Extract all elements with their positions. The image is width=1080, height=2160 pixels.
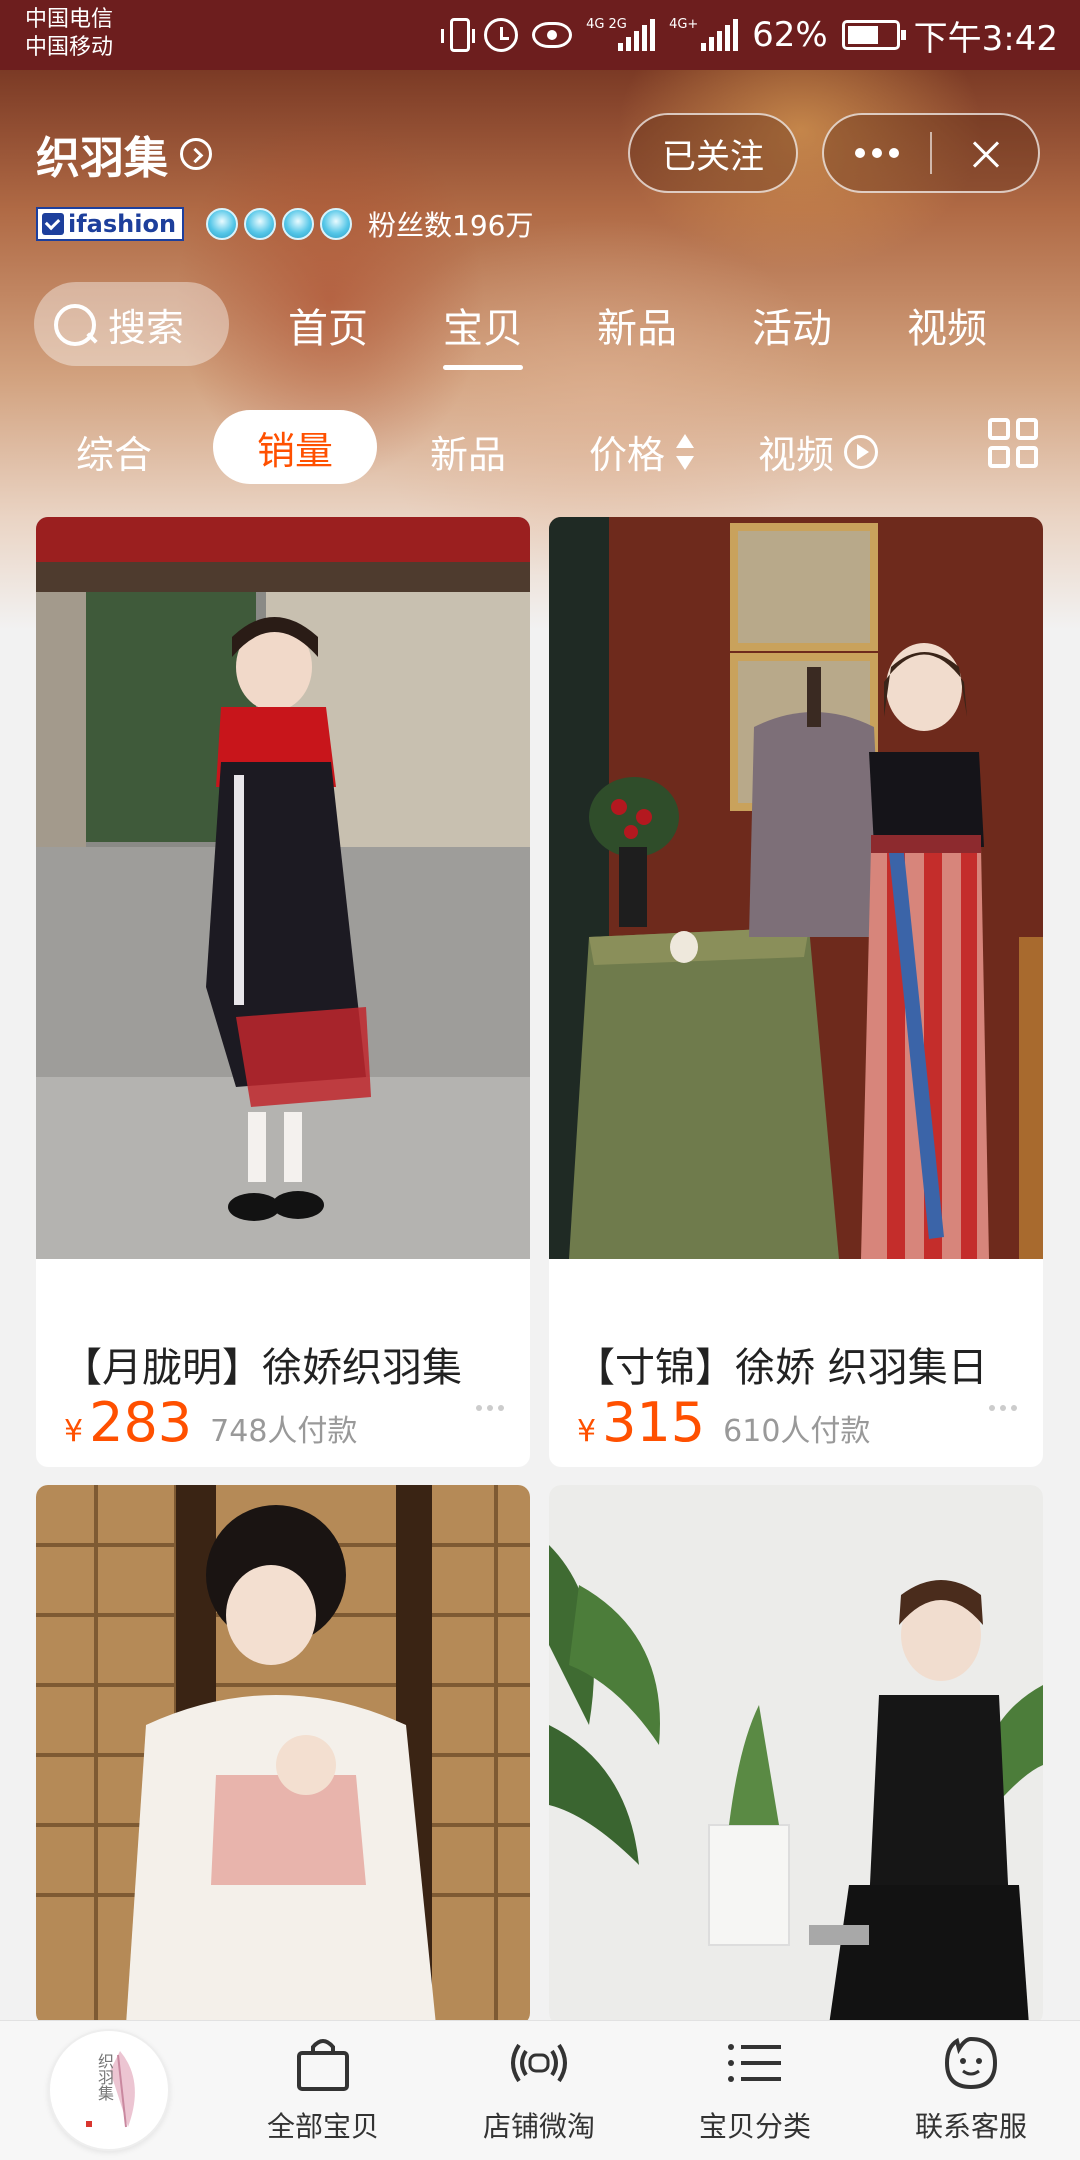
shopping-bag-icon xyxy=(293,2033,353,2093)
ifashion-logo-icon xyxy=(42,213,64,235)
crown-icon xyxy=(206,208,238,240)
shop-logo[interactable]: 织羽集 xyxy=(48,2029,170,2151)
carrier-info: 中国电信 中国移动 xyxy=(25,6,113,62)
currency-symbol: ¥ xyxy=(577,1414,597,1449)
mini-program-capsule xyxy=(822,113,1040,193)
sort-price-label: 价格 xyxy=(589,433,666,477)
product-card[interactable]: 【寸锦】徐娇 织羽集日 ¥ 315 610人付款 xyxy=(549,517,1043,1467)
price-row: ¥ 283 748人付款 xyxy=(64,1391,357,1454)
product-image xyxy=(549,517,1043,1259)
customer-service-icon xyxy=(941,2033,1001,2093)
tab-home[interactable]: 首页 xyxy=(288,296,368,354)
product-card[interactable]: 【月胧明】徐娇织羽集 ¥ 283 748人付款 xyxy=(36,517,530,1467)
shop-name: 织羽集 xyxy=(36,133,168,184)
product-title: 【月胧明】徐娇织羽集 xyxy=(62,1345,462,1391)
product-price: 283 xyxy=(89,1391,193,1454)
tab-customer-service[interactable]: 联系客服 xyxy=(881,2033,1061,2145)
fans-count: 粉丝数196万 xyxy=(368,209,534,242)
product-image xyxy=(36,517,530,1259)
vibrate-icon xyxy=(441,18,476,52)
crown-icon xyxy=(244,208,276,240)
shop-screen: 中国电信 中国移动 4G 2G 4G+ 62% 下午3:42 织羽集 已关注 i… xyxy=(0,0,1080,2160)
carrier-2: 中国移动 xyxy=(25,35,114,60)
tab-events[interactable]: 活动 xyxy=(752,296,832,354)
search-label: 搜索 xyxy=(108,305,185,350)
sort-new[interactable]: 新品 xyxy=(430,424,506,479)
currency-symbol: ¥ xyxy=(64,1414,84,1449)
network-type-1: 4G 2G xyxy=(586,17,627,32)
bottom-tab-bar: 织羽集 全部宝贝 店铺微淘 宝贝分类 联系客服 xyxy=(0,2020,1080,2160)
search-icon xyxy=(52,302,96,346)
network-type-2: 4G+ xyxy=(669,17,699,32)
ifashion-label: ifashion xyxy=(68,210,177,238)
sort-video[interactable]: 视频 xyxy=(758,424,879,479)
sort-video-label: 视频 xyxy=(758,433,835,477)
crown-icon xyxy=(320,208,352,240)
play-icon xyxy=(844,434,879,469)
tab-all-items-label: 全部宝贝 xyxy=(266,2110,379,2143)
battery-icon xyxy=(841,20,906,50)
tab-video[interactable]: 视频 xyxy=(907,296,987,354)
ifashion-badge: ifashion xyxy=(36,207,184,241)
product-image xyxy=(36,1485,530,2025)
broadcast-icon xyxy=(509,2033,569,2093)
clock: 下午3:42 xyxy=(913,18,1058,59)
sort-price[interactable]: 价格 xyxy=(589,424,695,479)
grid-view-icon[interactable] xyxy=(988,418,1040,470)
more-icon[interactable] xyxy=(989,1405,1017,1411)
shop-logo-text: 织羽集 xyxy=(95,2053,114,2101)
more-icon[interactable] xyxy=(824,115,930,191)
signal-icon-2: 4G+ xyxy=(669,17,739,51)
eye-comfort-icon xyxy=(532,22,573,48)
list-icon xyxy=(725,2033,785,2093)
sort-arrows-icon xyxy=(675,432,695,472)
product-card[interactable] xyxy=(549,1485,1043,2025)
product-price: 315 xyxy=(602,1391,706,1454)
close-icon[interactable] xyxy=(932,115,1038,191)
shop-level-crowns xyxy=(206,208,352,240)
status-icons: 4G 2G 4G+ 62% 下午3:42 xyxy=(441,12,1058,59)
sold-count: 610人付款 xyxy=(723,1414,871,1449)
alarm-icon xyxy=(484,18,519,52)
follow-button[interactable]: 已关注 xyxy=(628,113,798,193)
product-card[interactable] xyxy=(36,1485,530,2025)
signal-icon-1: 4G 2G xyxy=(586,17,656,51)
sort-bar: 综合 销量 新品 价格 视频 xyxy=(0,410,1080,486)
carrier-1: 中国电信 xyxy=(25,7,114,32)
chevron-right-icon xyxy=(180,138,212,170)
product-title: 【寸锦】徐娇 织羽集日 xyxy=(575,1345,988,1391)
sort-overall[interactable]: 综合 xyxy=(76,424,152,479)
sold-count: 748人付款 xyxy=(210,1414,358,1449)
crown-icon xyxy=(282,208,314,240)
tab-new[interactable]: 新品 xyxy=(597,296,677,354)
shop-nav: 搜索 首页 宝贝 新品 活动 视频 xyxy=(0,282,1080,372)
shop-badges: ifashion 粉丝数196万 xyxy=(36,204,533,244)
tab-all-items[interactable]: 全部宝贝 xyxy=(233,2033,413,2145)
more-icon[interactable] xyxy=(476,1405,504,1411)
price-row: ¥ 315 610人付款 xyxy=(577,1391,870,1454)
shop-title[interactable]: 织羽集 xyxy=(36,122,212,186)
sort-sales[interactable]: 销量 xyxy=(213,410,377,484)
product-image xyxy=(549,1485,1043,2025)
tab-weitao-label: 店铺微淘 xyxy=(482,2110,595,2143)
tab-items[interactable]: 宝贝 xyxy=(443,296,523,370)
tab-categories[interactable]: 宝贝分类 xyxy=(665,2033,845,2145)
tab-customer-service-label: 联系客服 xyxy=(914,2110,1027,2143)
tab-weitao[interactable]: 店铺微淘 xyxy=(449,2033,629,2145)
status-bar: 中国电信 中国移动 4G 2G 4G+ 62% 下午3:42 xyxy=(0,0,1080,70)
tab-categories-label: 宝贝分类 xyxy=(698,2110,811,2143)
search-button[interactable]: 搜索 xyxy=(34,282,229,366)
battery-percent: 62% xyxy=(752,15,828,55)
